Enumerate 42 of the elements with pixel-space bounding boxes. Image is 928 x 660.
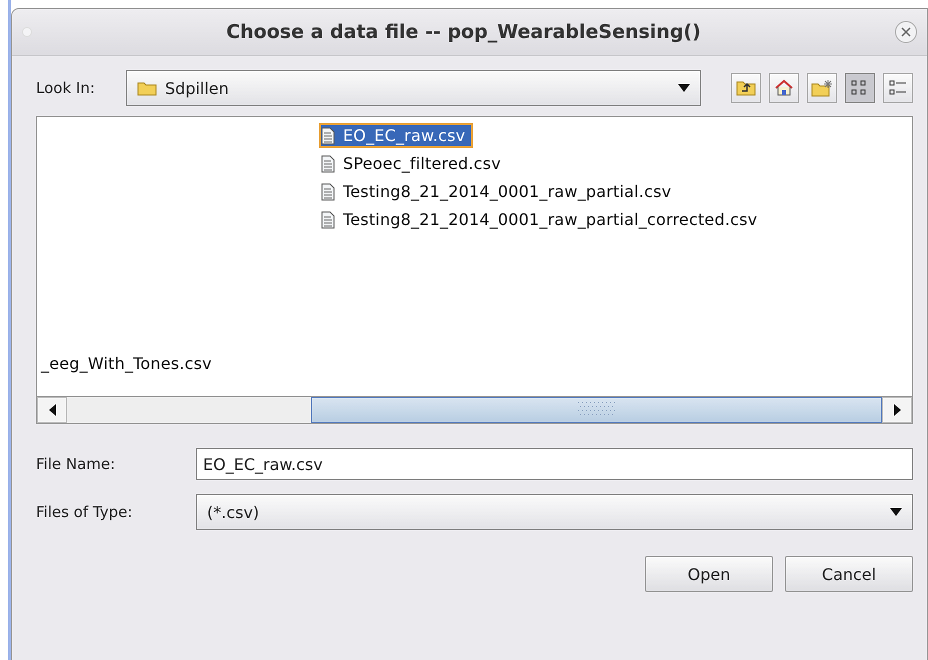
file-item[interactable]: _eeg_With_Tones.csv: [39, 351, 220, 376]
scroll-right-button[interactable]: [882, 397, 912, 423]
file-name-field[interactable]: EO_EC_raw.csv: [196, 448, 913, 480]
file-type-label: Files of Type:: [36, 503, 134, 521]
file-name: SPeoec_filtered.csv: [343, 154, 501, 173]
toolbar-button[interactable]: [883, 73, 913, 103]
file-type-dropdown[interactable]: (*.csv): [196, 494, 913, 530]
file-item[interactable]: Testing8_21_2014_0001_raw_partial_corrected.csv: [319, 207, 766, 232]
scroll-left-button[interactable]: [37, 397, 67, 423]
file-name: _eeg_With_Tones.csv: [41, 354, 212, 373]
file-icon: [321, 126, 335, 144]
file-item[interactable]: EO_EC_raw.csv: [319, 123, 474, 148]
toolbar-button[interactable]: [731, 73, 761, 103]
dialog-button[interactable]: Cancel: [785, 556, 913, 592]
toolbar-button[interactable]: [845, 73, 875, 103]
file-name: Testing8_21_2014_0001_raw_partial.csv: [343, 182, 672, 201]
new-folder-icon: [811, 79, 833, 97]
folder-up-icon: [736, 80, 756, 96]
file-icon: [321, 182, 335, 200]
look-in-dropdown[interactable]: Sdpillen: [126, 70, 701, 106]
file-name: EO_EC_raw.csv: [343, 126, 466, 145]
toolbar-button[interactable]: [769, 73, 799, 103]
home-icon: [774, 79, 794, 97]
file-item[interactable]: SPeoec_filtered.csv: [319, 151, 509, 176]
scrollbar-thumb[interactable]: [311, 397, 882, 423]
file-icon: [321, 154, 335, 172]
caret-icon: [678, 84, 690, 92]
file-name: Testing8_21_2014_0001_raw_partial_corrected.csv: [343, 210, 758, 229]
dialog-button[interactable]: Open: [645, 556, 773, 592]
horizontal-scrollbar[interactable]: [37, 396, 912, 423]
close-icon: [901, 27, 911, 37]
window-title: Choose a data file -- pop_WearableSensing(): [225, 21, 702, 43]
details-view-icon: [889, 79, 907, 97]
file-name-label: File Name:: [36, 455, 116, 473]
close-button[interactable]: [895, 21, 917, 43]
right-arrow-icon: [894, 404, 900, 416]
file-item[interactable]: Testing8_21_2014_0001_raw_partial.csv: [319, 179, 680, 204]
folder-icon: [137, 80, 157, 96]
look-in-label: Look In:: [36, 79, 96, 97]
left-arrow-icon: [48, 404, 56, 416]
file-icon: [321, 210, 335, 228]
caret-icon: [890, 508, 902, 516]
